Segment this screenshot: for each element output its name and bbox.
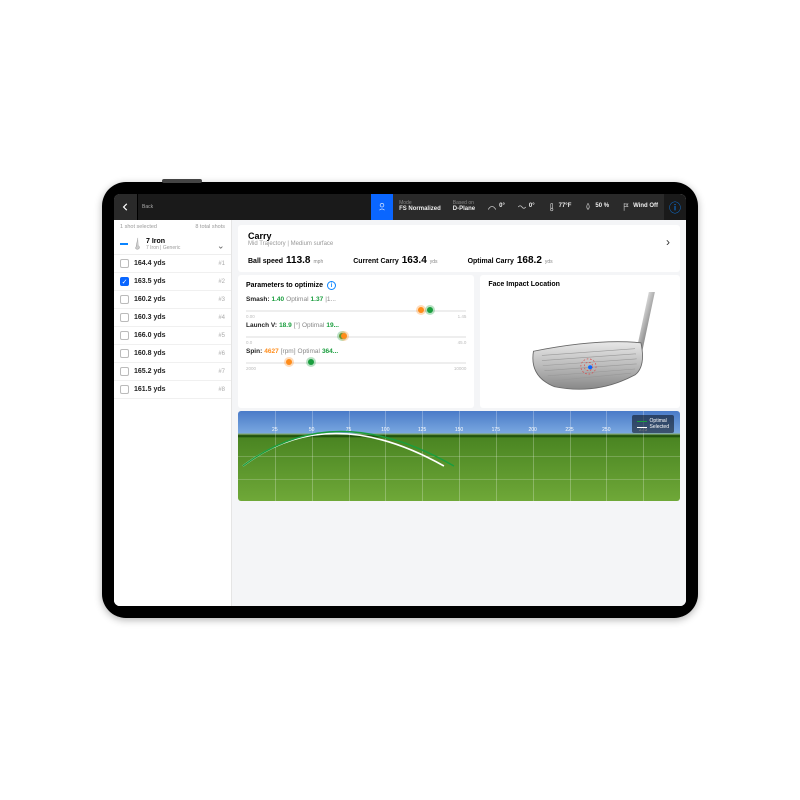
chevron-right-icon: › [666,235,670,249]
metric-optimal-carry: Optimal Carry 168.2 yds [468,255,553,266]
droplet-icon [583,202,593,212]
shot-distance: 163.5 yds [134,278,166,285]
curve-icon [487,202,497,212]
angle1-pill[interactable]: 0° [481,194,511,220]
mode-pill[interactable]: ModeFS Normalized [393,194,447,220]
thermometer-icon [547,202,557,212]
shot-row[interactable]: 160.2 yds #3 [114,291,231,309]
face-heading: Face Impact Location [488,281,672,288]
shot-distance: 165.2 yds [134,368,166,375]
shot-distance: 160.3 yds [134,314,166,321]
checkbox[interactable]: ✓ [120,277,129,286]
info-button[interactable]: ⓘ [664,199,686,216]
club-row[interactable]: 7 Iron 7 Iron | Generic ⌃ [114,234,231,255]
shot-index: #2 [218,279,225,285]
shot-index: #6 [218,351,225,357]
checkbox[interactable] [120,295,129,304]
back-label: Back [138,204,157,210]
shot-index: #8 [218,387,225,393]
back-button[interactable] [114,194,138,220]
shot-index: #1 [218,261,225,267]
flag-icon [621,202,631,212]
carry-sub: Mid Trajectory | Medium surface [248,241,670,247]
shot-row[interactable]: 165.2 yds #7 [114,363,231,381]
based-on-pill[interactable]: Based onD-Plane [447,194,481,220]
shot-index: #4 [218,315,225,321]
shot-row[interactable]: 164.4 yds #1 [114,255,231,273]
metric-ball-speed: Ball speed 113.8 mph [248,255,323,266]
shot-index: #7 [218,369,225,375]
tablet-frame: Back ModeFS Normalized Based onD-Plane 0… [102,182,698,618]
shot-row[interactable]: 160.3 yds #4 [114,309,231,327]
topbar: Back ModeFS Normalized Based onD-Plane 0… [114,194,686,220]
club-icon [132,237,142,251]
wave-icon [517,202,527,212]
trajectory-panel[interactable]: 255075100125150175200225250275 Optimal S… [238,411,680,501]
wind-pill[interactable]: Wind Off [615,194,664,220]
shots-selected-label: 1 shot selected [120,224,157,230]
shot-distance: 160.2 yds [134,296,166,303]
face-panel: Face Impact Location [480,275,680,408]
humidity-pill[interactable]: 50 % [577,194,615,220]
metric-current-carry: Current Carry 163.4 yds [353,255,437,266]
shot-distance: 161.5 yds [134,386,166,393]
shot-row[interactable]: 160.8 yds #6 [114,345,231,363]
shot-distance: 166.0 yds [134,332,166,339]
carry-card[interactable]: Carry Mid Trajectory | Medium surface › … [238,225,680,272]
params-heading: Parameters to optimize [246,282,323,289]
club-face-image [488,292,672,402]
chevron-up-icon: ⌃ [217,239,225,250]
shot-index: #3 [218,297,225,303]
checkbox[interactable] [120,367,129,376]
shot-index: #5 [218,333,225,339]
main: Carry Mid Trajectory | Medium surface › … [232,220,686,606]
shots-total-label: 8 total shots [195,224,225,230]
checkbox[interactable] [120,349,129,358]
screen: Back ModeFS Normalized Based onD-Plane 0… [114,194,686,606]
sidebar: 1 shot selected 8 total shots 7 Iron 7 I… [114,220,232,606]
info-icon[interactable]: i [327,281,336,290]
shot-distance: 164.4 yds [134,260,166,267]
checkbox[interactable] [120,259,129,268]
temp-pill[interactable]: 77°F [541,194,578,220]
shot-row[interactable]: 161.5 yds #8 [114,381,231,399]
trajectory-legend: Optimal Selected [632,415,674,433]
normalize-icon-button[interactable] [371,194,393,220]
params-panel: Parameters to optimizei Smash: 1.40 Opti… [238,275,474,408]
checkbox[interactable] [120,331,129,340]
angle2-pill[interactable]: 0° [511,194,541,220]
shot-row[interactable]: 166.0 yds #5 [114,327,231,345]
checkbox[interactable] [120,313,129,322]
shot-row[interactable]: ✓ 163.5 yds #2 [114,273,231,291]
carry-title: Carry [248,231,670,241]
shot-distance: 160.8 yds [134,350,166,357]
checkbox[interactable] [120,385,129,394]
